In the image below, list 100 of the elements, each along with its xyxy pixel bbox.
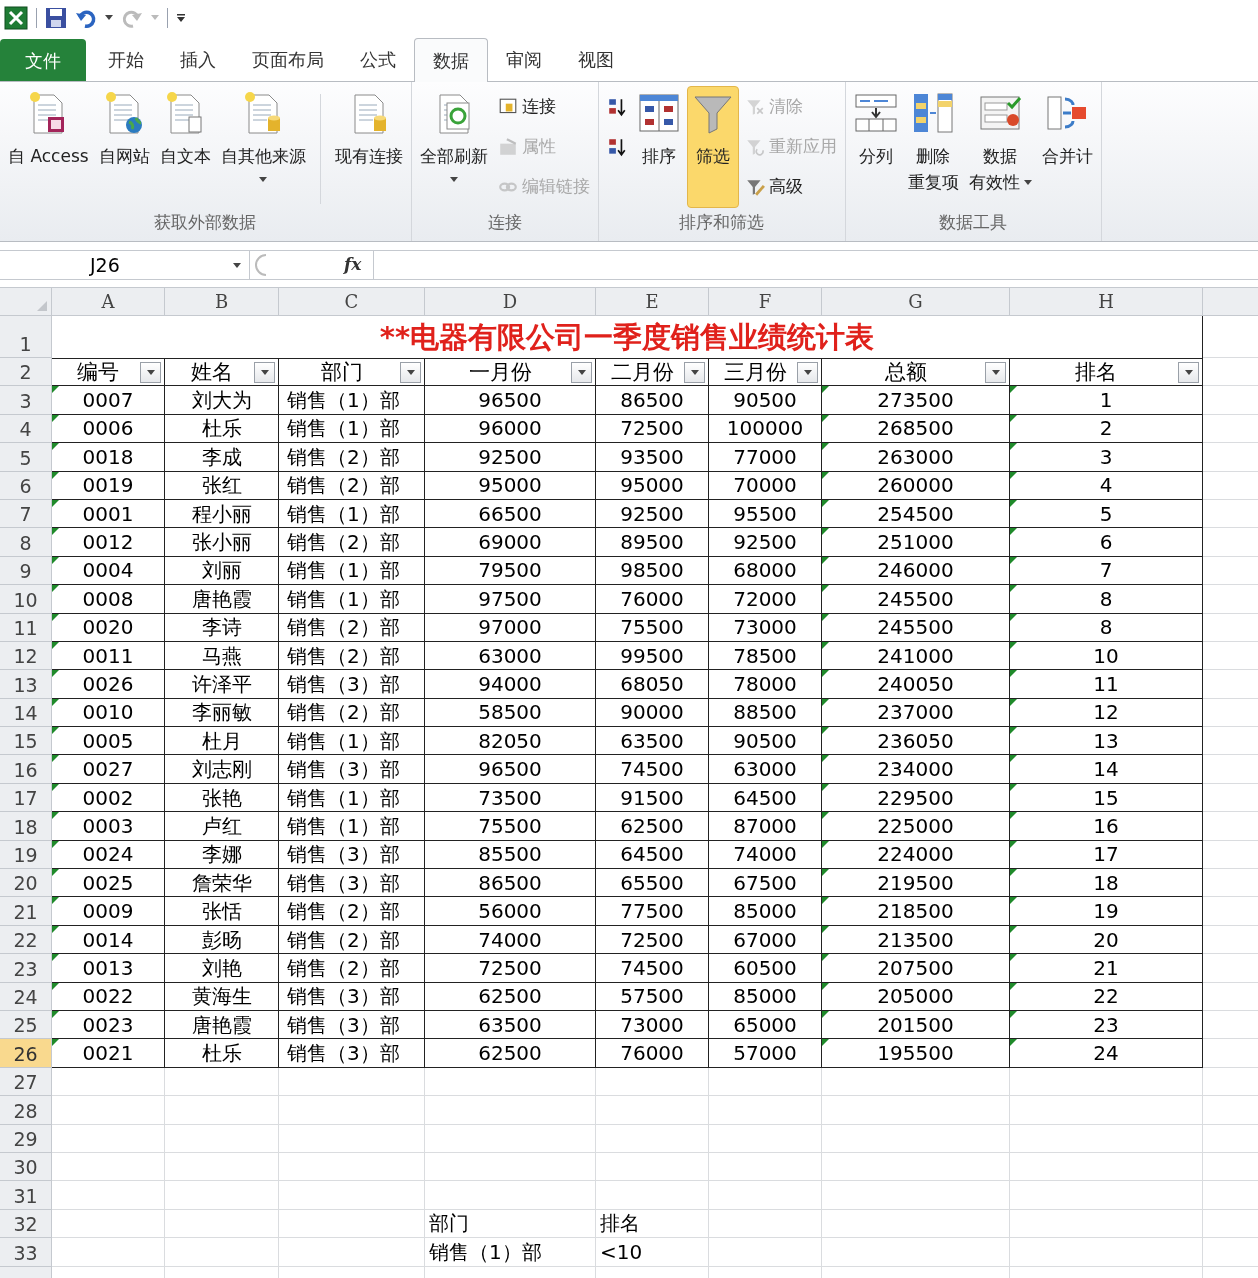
filter-dropdown[interactable] (400, 362, 421, 383)
table-cell: 237000 (822, 698, 1010, 728)
row-header[interactable]: 7 (0, 499, 52, 529)
row-header[interactable]: 16 (0, 755, 52, 784)
table-cell: 销售（3）部 (279, 840, 425, 870)
row-header[interactable]: 3 (0, 386, 52, 415)
row-header[interactable]: 30 (0, 1152, 52, 1182)
row-header[interactable]: 28 (0, 1096, 52, 1125)
filter-dropdown[interactable] (571, 362, 592, 383)
ribbon-button[interactable]: 连接 (497, 94, 590, 120)
table-cell: 97500 (425, 585, 596, 614)
customize-toolbar-icon[interactable] (176, 12, 186, 23)
row-header[interactable]: 31 (0, 1181, 52, 1210)
insert-function-button[interactable]: fx (344, 252, 362, 278)
ribbon-button[interactable]: 删除 重复项 (903, 86, 963, 208)
row-header[interactable]: 23 (0, 954, 52, 983)
row-header[interactable]: 24 (0, 982, 52, 1011)
column-header[interactable]: A (52, 288, 165, 316)
table-cell: 销售（1）部 (279, 783, 425, 813)
ribbon-button[interactable]: 高级 (744, 174, 837, 200)
row-header[interactable]: 33 (0, 1238, 52, 1267)
row-header[interactable]: 25 (0, 1011, 52, 1040)
row-header[interactable]: 11 (0, 613, 52, 642)
row-header[interactable]: 14 (0, 698, 52, 728)
table-cell: 张小丽 (165, 528, 279, 557)
table-cell: 67500 (709, 869, 822, 898)
ribbon-button[interactable]: 合并计 (1037, 86, 1097, 208)
filter-dropdown[interactable] (684, 362, 705, 383)
ribbon-button[interactable]: 排序 (632, 86, 685, 208)
column-header[interactable]: D (425, 288, 596, 316)
name-box[interactable]: J26 (0, 251, 250, 279)
table-cell: 88500 (709, 698, 822, 728)
row-header[interactable]: 6 (0, 471, 52, 500)
advanced-filter-icon (744, 177, 765, 197)
table-cell: 李成 (165, 443, 279, 472)
table-cell: 销售（2）部 (279, 613, 425, 642)
column-header[interactable]: B (165, 288, 279, 316)
ribbon-button[interactable]: 自文本 (155, 86, 215, 208)
ribbon-tab[interactable]: 视图 (560, 37, 632, 81)
row-header[interactable]: 22 (0, 925, 52, 955)
ribbon-button[interactable]: 自其他来源 (216, 86, 310, 208)
file-tab[interactable]: 文件 (0, 39, 86, 81)
table-cell: 0006 (52, 414, 165, 444)
row-header[interactable]: 15 (0, 727, 52, 756)
column-header[interactable]: E (596, 288, 709, 316)
table-cell: 刘艳 (165, 954, 279, 983)
save-icon[interactable] (45, 6, 67, 29)
column-header[interactable]: F (709, 288, 822, 316)
table-cell: 0021 (52, 1039, 165, 1068)
table-cell: 销售（1）部 (425, 1238, 596, 1267)
spreadsheet-app-icon[interactable] (4, 5, 28, 30)
row-header[interactable]: 10 (0, 585, 52, 614)
ribbon-tab[interactable]: 插入 (162, 37, 234, 81)
row-header[interactable]: 32 (0, 1209, 52, 1239)
table-cell: 销售（3）部 (279, 1039, 425, 1068)
ribbon-button[interactable]: 筛选 (686, 86, 739, 208)
ribbon-button[interactable]: 数据 有效性 (964, 86, 1036, 208)
ribbon-button[interactable]: 分列 (849, 86, 902, 208)
row-header[interactable]: 19 (0, 840, 52, 870)
row-header[interactable]: 13 (0, 670, 52, 699)
table-cell: 251000 (822, 528, 1010, 557)
column-header[interactable]: C (279, 288, 425, 316)
filter-dropdown[interactable] (1178, 362, 1199, 383)
ribbon-tab[interactable]: 审阅 (488, 37, 560, 81)
ribbon-button[interactable]: 自 Access (4, 86, 93, 208)
filter-dropdown[interactable] (254, 362, 275, 383)
table-cell: 224000 (822, 840, 1010, 870)
row-header[interactable]: 5 (0, 443, 52, 472)
table-cell: 18 (1010, 869, 1203, 898)
ribbon-button[interactable]: 全部刷新 (415, 86, 492, 208)
filter-dropdown[interactable] (797, 362, 818, 383)
row-header[interactable]: 8 (0, 528, 52, 557)
ribbon-button[interactable]: 现有连接 (330, 86, 407, 208)
table-cell: 96500 (425, 386, 596, 415)
row-header[interactable]: 12 (0, 641, 52, 671)
row-header[interactable]: 27 (0, 1067, 52, 1097)
ribbon-tab[interactable]: 页面布局 (234, 37, 342, 81)
ribbon-tab[interactable]: 开始 (90, 37, 162, 81)
row-header[interactable]: 18 (0, 812, 52, 841)
filter-dropdown[interactable] (140, 362, 161, 383)
row-header[interactable]: 29 (0, 1124, 52, 1153)
row-header[interactable]: 9 (0, 556, 52, 586)
row-header[interactable]: 2 (0, 358, 52, 387)
column-header[interactable]: H (1010, 288, 1203, 316)
table-cell: 销售（2）部 (279, 698, 425, 728)
row-header[interactable]: 20 (0, 869, 52, 898)
row-header[interactable]: 1 (0, 316, 52, 358)
row-header[interactable]: 21 (0, 897, 52, 926)
table-cell: 240050 (822, 670, 1010, 699)
ribbon-button[interactable]: 自网站 (94, 86, 154, 208)
ribbon-tab[interactable]: 公式 (342, 37, 414, 81)
table-cell: 229500 (822, 783, 1010, 813)
table-cell: 12 (1010, 698, 1203, 728)
row-header[interactable]: 4 (0, 414, 52, 444)
filter-dropdown[interactable] (985, 362, 1006, 383)
ribbon-tab[interactable]: 数据 (414, 38, 488, 82)
row-header[interactable]: 26 (0, 1039, 52, 1068)
table-cell: 99500 (596, 641, 709, 671)
row-header[interactable]: 17 (0, 783, 52, 813)
column-header[interactable]: G (822, 288, 1010, 316)
